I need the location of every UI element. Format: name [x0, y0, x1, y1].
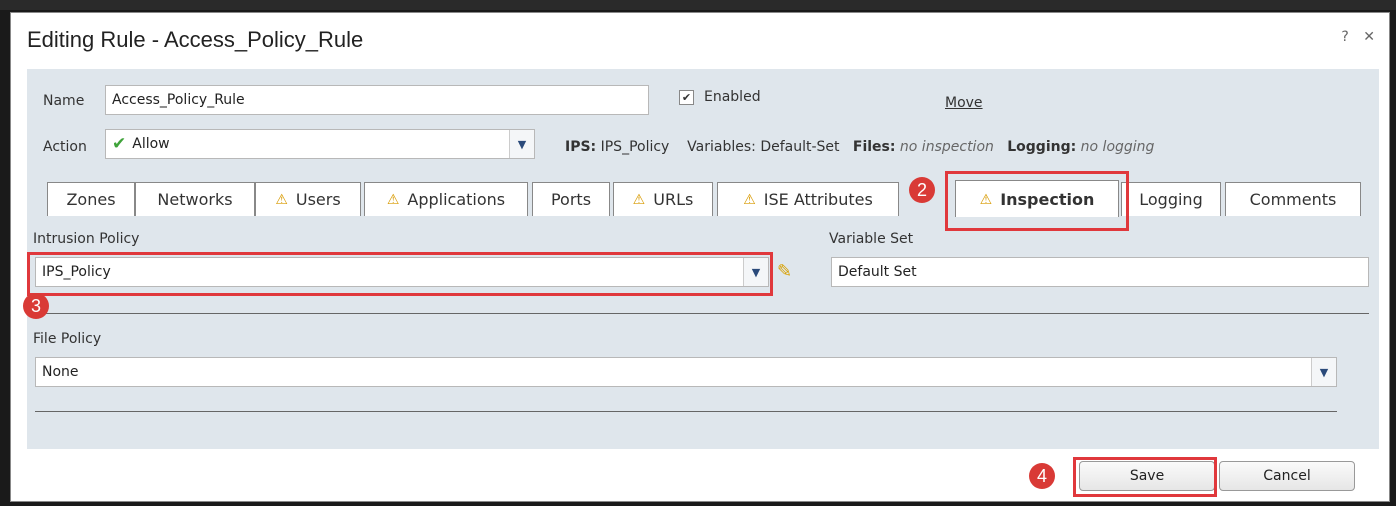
close-icon[interactable]: ✕: [1363, 29, 1375, 45]
pencil-icon[interactable]: ✎: [777, 261, 792, 282]
help-icon[interactable]: ?: [1341, 29, 1348, 45]
divider: [35, 411, 1337, 412]
check-icon: ✔: [112, 134, 127, 154]
tab-comments[interactable]: Comments: [1225, 182, 1361, 216]
file-policy-select[interactable]: None ▼: [35, 357, 1337, 387]
warning-icon: ⚠: [632, 191, 646, 208]
file-policy-value: None: [42, 364, 79, 380]
action-select[interactable]: ✔ Allow ▼: [105, 129, 535, 159]
dialog-title: Editing Rule - Access_Policy_Rule: [27, 27, 364, 52]
ips-summary-value: IPS_Policy: [600, 139, 670, 155]
tab-label: ISE Attributes: [763, 190, 873, 209]
background-window-strip: [0, 0, 1396, 10]
divider: [35, 313, 1369, 314]
step-3-badge: 3: [23, 293, 49, 319]
tab-label: URLs: [653, 190, 694, 209]
variable-set-field[interactable]: Default Set: [831, 257, 1369, 287]
warning-icon: ⚠: [386, 191, 400, 208]
tab-networks[interactable]: Networks: [135, 182, 255, 216]
logging-summary-label: Logging:: [1007, 139, 1077, 155]
highlight-inspection-tab: [945, 171, 1129, 231]
variables-summary-label: Variables:: [687, 139, 756, 155]
highlight-save-button: [1073, 457, 1217, 497]
tab-label: Comments: [1249, 190, 1337, 209]
variable-set-label: Variable Set: [829, 231, 914, 247]
move-link[interactable]: Move: [945, 95, 983, 111]
tab-label: Logging: [1139, 190, 1203, 209]
intrusion-policy-label: Intrusion Policy: [33, 231, 140, 247]
rule-summary: IPS: IPS_Policy Variables: Default-Set F…: [565, 139, 1154, 155]
tab-label: Users: [295, 190, 341, 209]
chevron-down-icon[interactable]: ▼: [1311, 358, 1336, 386]
tab-ise-attributes[interactable]: ⚠ ISE Attributes: [717, 182, 899, 216]
name-value: Access_Policy_Rule: [112, 92, 245, 108]
logging-summary-value: no logging: [1080, 139, 1155, 155]
tab-zones[interactable]: Zones: [47, 182, 135, 216]
name-input[interactable]: Access_Policy_Rule: [105, 85, 649, 115]
title-controls: ? ✕: [1331, 29, 1375, 45]
warning-icon: ⚠: [275, 191, 288, 208]
enabled-checkbox[interactable]: ✔: [679, 90, 694, 105]
step-2-badge: 2: [909, 177, 935, 203]
action-label: Action: [43, 139, 87, 155]
highlight-intrusion-policy: [27, 252, 773, 296]
enabled-label: Enabled: [704, 89, 761, 105]
name-label: Name: [43, 93, 85, 109]
tab-logging[interactable]: Logging: [1121, 182, 1221, 216]
tab-label: Zones: [66, 190, 116, 209]
action-value: Allow: [132, 136, 170, 152]
file-policy-label: File Policy: [33, 331, 102, 347]
variables-summary-value: Default-Set: [760, 139, 840, 155]
tab-label: Ports: [550, 190, 592, 209]
variable-set-value: Default Set: [838, 264, 917, 280]
tab-label: Networks: [157, 190, 233, 209]
tab-label: Applications: [407, 190, 506, 209]
tab-urls[interactable]: ⚠ URLs: [613, 182, 713, 216]
editing-rule-dialog: Editing Rule - Access_Policy_Rule ? ✕ Na…: [10, 12, 1390, 502]
warning-icon: ⚠: [743, 191, 756, 208]
files-summary-label: Files:: [852, 139, 896, 155]
tab-applications[interactable]: ⚠ Applications: [364, 182, 528, 216]
step-4-badge: 4: [1029, 463, 1055, 489]
cancel-button[interactable]: Cancel: [1219, 461, 1355, 491]
tab-users[interactable]: ⚠ Users: [255, 182, 361, 216]
chevron-down-icon[interactable]: ▼: [509, 130, 534, 158]
files-summary-value: no inspection: [899, 139, 994, 155]
ips-summary-label: IPS:: [565, 139, 597, 155]
dialog-titlebar: Editing Rule - Access_Policy_Rule ? ✕: [11, 13, 1389, 65]
tab-ports[interactable]: Ports: [532, 182, 610, 216]
